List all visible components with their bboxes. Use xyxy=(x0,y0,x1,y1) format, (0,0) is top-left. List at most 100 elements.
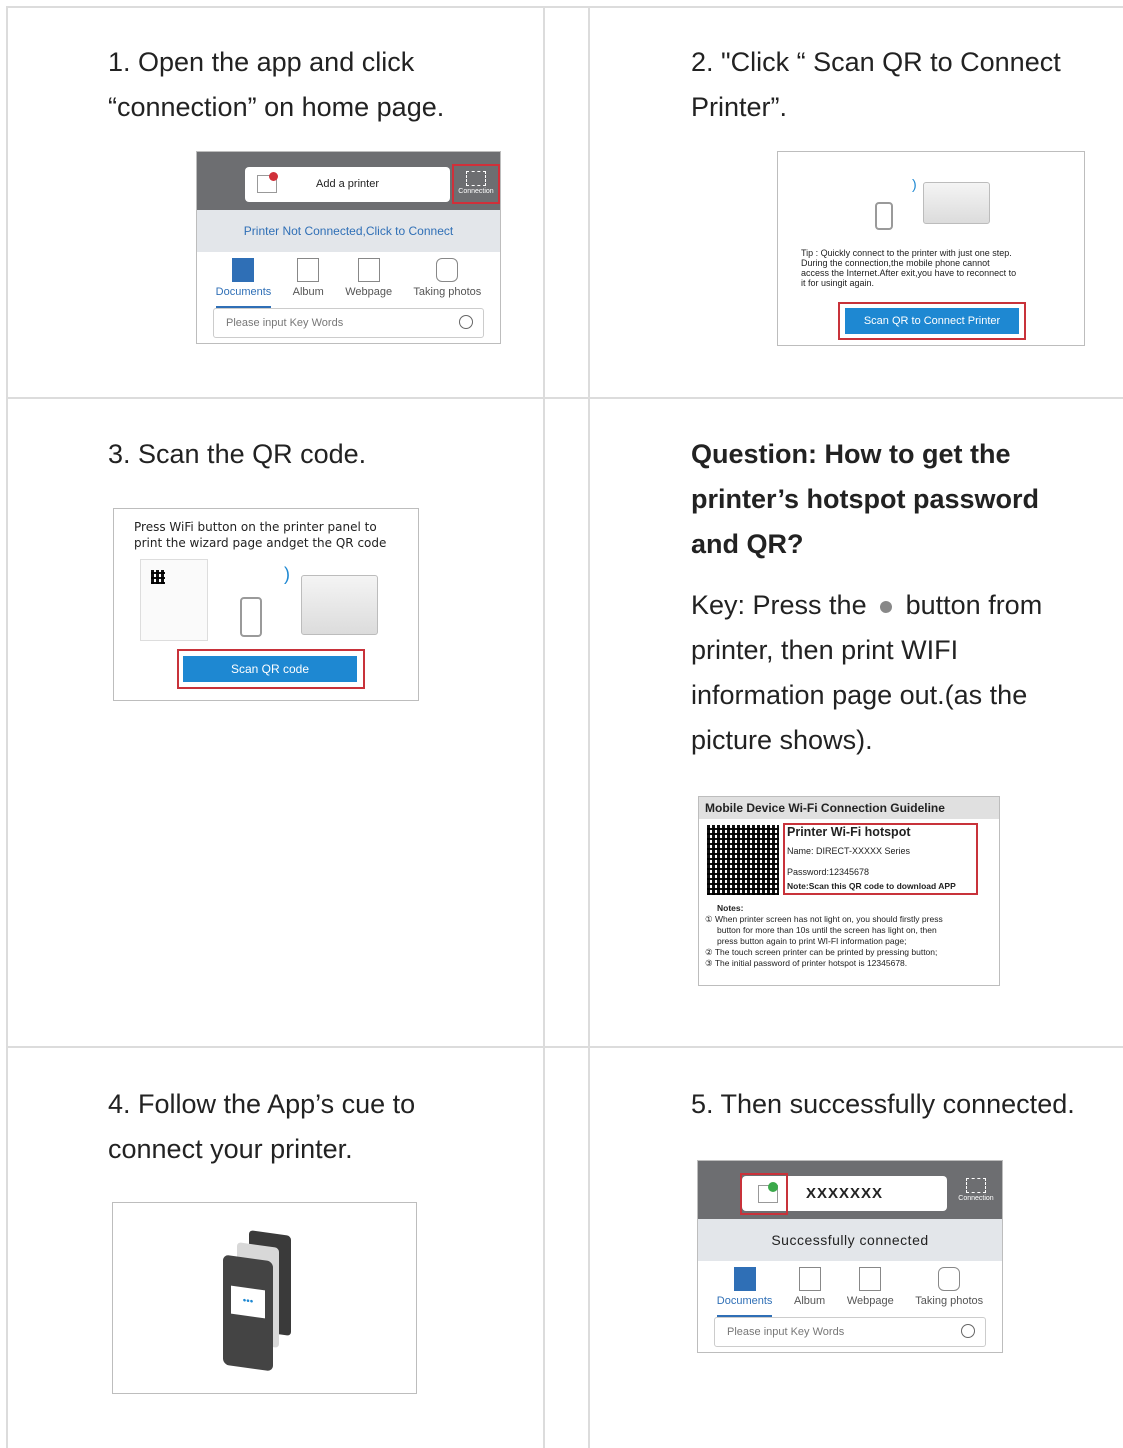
question-line: Question: How to get the xyxy=(691,439,1011,469)
hotspot-title: Printer Wi-Fi hotspot xyxy=(787,825,911,839)
qr-code-icon xyxy=(151,570,165,584)
question-heading: Question: How to get the printer’s hotsp… xyxy=(691,432,1039,567)
qr-code-icon xyxy=(707,825,779,895)
answer-line: picture shows). xyxy=(691,725,873,755)
answer-line: button from xyxy=(905,590,1043,620)
app-header: Add a printer Connection xyxy=(197,152,500,210)
wifi-page-header: Mobile Device Wi-Fi Connection Guideline xyxy=(699,797,999,819)
wifi-icon: ) xyxy=(912,176,917,192)
hotspot-password: Password:12345678 xyxy=(787,867,870,877)
scan-qr-code-button[interactable]: Scan QR code xyxy=(183,656,357,682)
step-4-line2: connect your printer. xyxy=(108,1134,353,1164)
webpage-icon xyxy=(357,258,380,282)
image-icon xyxy=(297,258,320,282)
tab-bar: Documents Album Webpage Taking photos xyxy=(197,252,500,308)
phone-illustration xyxy=(875,202,893,230)
printer-status: Successfully connected xyxy=(698,1219,1002,1261)
connection-label: Connection xyxy=(458,188,494,195)
tab-webpage[interactable]: Webpage xyxy=(847,1267,894,1317)
app-cue-screenshot: ••• xyxy=(112,1202,417,1394)
note-line: ③ The initial password of printer hotspo… xyxy=(705,958,908,968)
tab-label: Webpage xyxy=(846,1295,894,1307)
note-line: press button again to print WI-FI inform… xyxy=(717,936,907,946)
step-2-text: 2. "Click “ Scan QR to Connect Printer”. xyxy=(691,40,1061,130)
search-placeholder: Please input Key Words xyxy=(226,317,344,329)
tab-album[interactable]: Album xyxy=(293,258,324,308)
phone-illustration xyxy=(240,597,262,637)
notes-block: Notes: ① When printer screen has not lig… xyxy=(705,903,997,969)
wizard-page-thumbnail xyxy=(140,559,208,641)
tab-documents[interactable]: Documents xyxy=(716,1267,773,1317)
step-2-line2: Printer”. xyxy=(691,92,788,122)
connection-button[interactable]: Connection xyxy=(956,1173,996,1213)
add-printer-label: Add a printer xyxy=(316,178,379,190)
image-icon xyxy=(798,1267,821,1291)
step-1-line1: 1. Open the app and click xyxy=(108,47,415,77)
tip-line: it for usingit again. xyxy=(801,278,875,288)
camera-icon xyxy=(938,1267,961,1291)
wifi-info-page: Mobile Device Wi-Fi Connection Guideline… xyxy=(698,796,1000,986)
step-1-line2: “connection” on home page. xyxy=(108,92,445,122)
instruction-line: print the wizard page andget the QR code xyxy=(134,536,387,550)
step-4-line1: 4. Follow the App’s cue to xyxy=(108,1089,416,1119)
tab-label: Documents xyxy=(716,1295,773,1307)
step-5-text: 5. Then successfully connected. xyxy=(691,1082,1075,1127)
tab-label: Album xyxy=(794,1295,826,1307)
scan-icon xyxy=(966,1178,986,1193)
wifi-icon: ) xyxy=(284,564,290,584)
highlight-frame xyxy=(740,1173,788,1215)
tab-album[interactable]: Album xyxy=(794,1267,825,1317)
search-icon xyxy=(961,1324,975,1338)
notes-title: Notes: xyxy=(717,903,744,913)
step-3-text: 3. Scan the QR code. xyxy=(108,432,366,477)
tip-text: Tip : Quickly connect to the printer wit… xyxy=(801,248,1016,288)
connected-screenshot: XXXXXXX Connection Successfully connecte… xyxy=(697,1160,1003,1353)
scan-instructions: Press WiFi button on the printer panel t… xyxy=(134,519,386,551)
tab-documents[interactable]: Documents xyxy=(215,258,272,308)
scan-qr-screenshot: Press WiFi button on the printer panel t… xyxy=(113,508,419,701)
tab-taking-photos[interactable]: Taking photos xyxy=(413,258,481,308)
question-line: printer’s hotspot password xyxy=(691,484,1040,514)
search-input[interactable]: Please input Key Words xyxy=(213,308,484,338)
loading-dialog: ••• xyxy=(231,1285,265,1319)
answer-line: information page out.(as the xyxy=(691,680,1028,710)
tab-taking-photos[interactable]: Taking photos xyxy=(915,1267,983,1317)
phone-front-illustration: ••• xyxy=(223,1254,273,1372)
note-line: button for more than 10s until the scree… xyxy=(717,925,937,935)
answer-line: printer, then print WIFI xyxy=(691,635,959,665)
printer-illustration xyxy=(923,182,990,224)
tip-line: During the connection,the mobile phone c… xyxy=(801,258,990,268)
printer-illustration xyxy=(301,575,378,635)
instruction-line: Press WiFi button on the printer panel t… xyxy=(134,520,377,534)
search-input[interactable]: Please input Key Words xyxy=(714,1317,986,1347)
border-left xyxy=(6,6,8,1448)
note-line: ① When printer screen has not light on, … xyxy=(705,914,943,924)
tab-label: Webpage xyxy=(345,286,393,298)
tab-bar: Documents Album Webpage Taking photos xyxy=(698,1261,1002,1317)
step-1-text: 1. Open the app and click “connection” o… xyxy=(108,40,444,130)
add-printer-box[interactable]: Add a printer xyxy=(245,167,450,202)
printer-status[interactable]: Printer Not Connected,Click to Connect xyxy=(197,210,500,252)
connection-button[interactable]: Connection xyxy=(452,164,500,204)
scan-qr-connect-button[interactable]: Scan QR to Connect Printer xyxy=(845,308,1019,334)
search-placeholder: Please input Key Words xyxy=(727,1326,845,1338)
tab-webpage[interactable]: Webpage xyxy=(345,258,392,308)
connection-label: Connection xyxy=(958,1195,994,1202)
camera-icon xyxy=(436,258,459,282)
hotspot-name: Name: DIRECT-XXXXX Series xyxy=(787,846,911,856)
webpage-icon xyxy=(859,1267,882,1291)
answer-line: Key: Press the xyxy=(691,590,867,620)
step-3-line1: 3. Scan the QR code. xyxy=(108,439,367,469)
step-5-line1: 5. Then successfully connected. xyxy=(691,1089,1075,1119)
tab-label: Taking photos xyxy=(413,286,482,298)
step-4-text: 4. Follow the App’s cue to connect your … xyxy=(108,1082,415,1172)
document-icon xyxy=(733,1267,756,1291)
search-icon xyxy=(459,315,473,329)
row-divider-2 xyxy=(6,1046,1123,1048)
note-line: ② The touch screen printer can be printe… xyxy=(705,947,938,957)
tab-label: Documents xyxy=(215,286,272,298)
hotspot-note: Note:Scan this QR code to download APP xyxy=(787,881,956,891)
answer-text: Key: Press the button from printer, then… xyxy=(691,583,1042,763)
divider-middle-right xyxy=(588,6,590,1448)
row-divider-1 xyxy=(6,397,1123,399)
